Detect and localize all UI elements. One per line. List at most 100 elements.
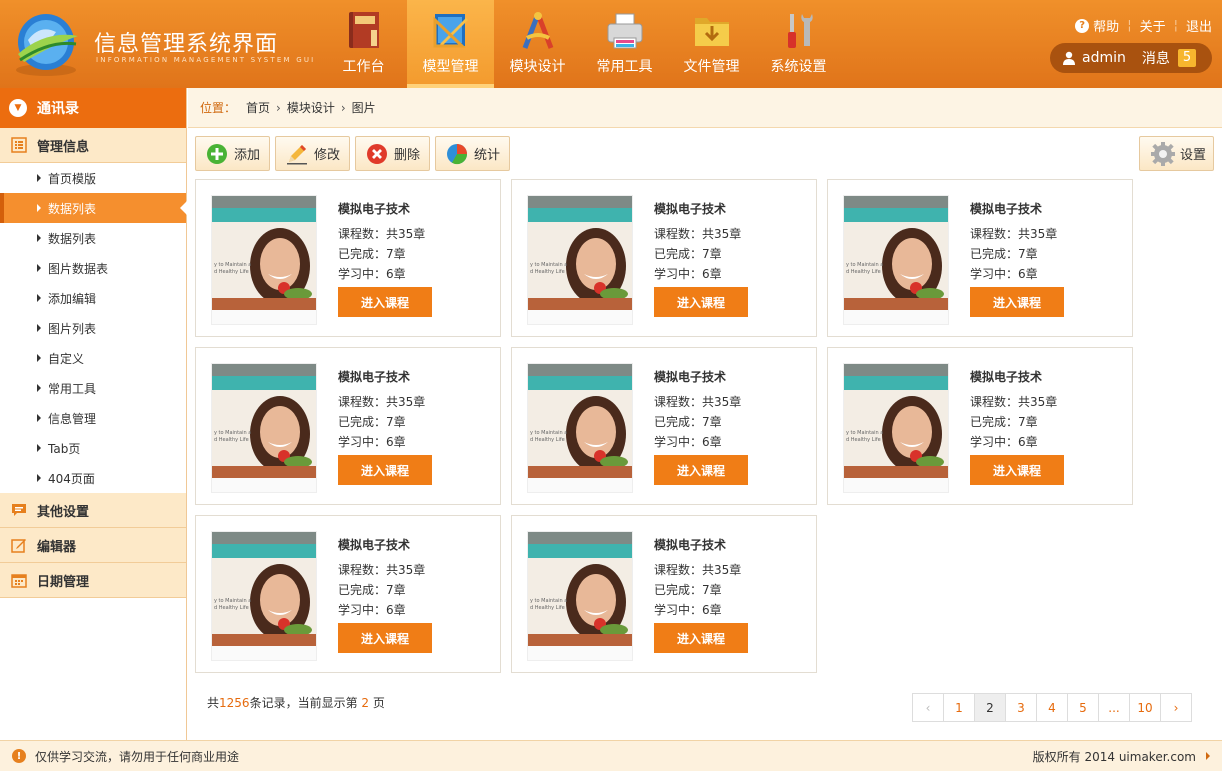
enter-course-button[interactable]: 进入课程 xyxy=(654,623,748,653)
course-thumbnail[interactable]: y to Maintain ad Healthy Life xyxy=(211,195,317,325)
course-thumbnail[interactable]: y to Maintain ad Healthy Life xyxy=(527,195,633,325)
about-link[interactable]: 关于 xyxy=(1140,16,1166,35)
course-title[interactable]: 模拟电子技术 xyxy=(338,200,410,217)
footer-notice: 仅供学习交流，请勿用于任何商业用途 xyxy=(35,749,240,764)
tools-icon xyxy=(780,10,818,50)
logout-link[interactable]: 退出 xyxy=(1186,16,1212,35)
thumb-nav xyxy=(212,208,316,222)
course-title[interactable]: 模拟电子技术 xyxy=(654,200,726,217)
enter-course-button[interactable]: 进入课程 xyxy=(654,455,748,485)
sidebar-item[interactable]: 图片数据表 xyxy=(0,253,186,283)
course-thumbnail[interactable]: y to Maintain ad Healthy Life xyxy=(843,363,949,493)
nav-item-module-design[interactable]: 模块设计 xyxy=(494,0,581,88)
triangle-right-icon xyxy=(1206,752,1210,760)
course-title[interactable]: 模拟电子技术 xyxy=(654,368,726,385)
page-button[interactable]: 1 xyxy=(943,693,975,722)
nav-item-system-settings[interactable]: 系统设置 xyxy=(755,0,842,88)
nav-item-model[interactable]: 模型管理 xyxy=(407,0,494,88)
sidebar-item[interactable]: 常用工具 xyxy=(0,373,186,403)
course-thumbnail[interactable]: y to Maintain ad Healthy Life xyxy=(211,363,317,493)
edit-button[interactable]: 修改 xyxy=(275,136,350,171)
course-card: y to Maintain ad Healthy Life 模拟电子技术 课程数：共… xyxy=(195,179,501,337)
triangle-right-icon xyxy=(37,174,41,182)
course-learning: 学习中：6章 xyxy=(654,435,722,449)
info-icon: ! xyxy=(12,749,26,763)
nav-item-workbench[interactable]: 工作台 xyxy=(320,0,407,88)
sidebar-item[interactable]: 数据列表 xyxy=(0,193,187,223)
sidebar-item[interactable]: Tab页 xyxy=(0,433,186,463)
portrait-image: y to Maintain ad Healthy Life xyxy=(528,390,632,472)
top-nav: 工作台 模型管理 模块设计 常用工具 文件管理 系统设置 xyxy=(320,0,842,88)
help-link[interactable]: ? 帮助 xyxy=(1075,16,1119,35)
sidebar-item[interactable]: 图片列表 xyxy=(0,313,186,343)
enter-course-button[interactable]: 进入课程 xyxy=(338,287,432,317)
username[interactable]: admin xyxy=(1082,50,1126,66)
nav-item-tools[interactable]: 常用工具 xyxy=(581,0,668,88)
course-thumbnail[interactable]: y to Maintain ad Healthy Life xyxy=(211,531,317,661)
thumb-caption: y to Maintain a xyxy=(214,598,252,604)
enter-course-button[interactable]: 进入课程 xyxy=(970,287,1064,317)
sidebar-group-other-settings[interactable]: 其他设置 xyxy=(0,493,186,528)
enter-course-button[interactable]: 进入课程 xyxy=(338,623,432,653)
course-count: 课程数：共35章 xyxy=(970,227,1058,241)
thumb-footer xyxy=(528,310,632,324)
sidebar-item[interactable]: 自定义 xyxy=(0,343,186,373)
enter-course-button[interactable]: 进入课程 xyxy=(654,287,748,317)
delete-button[interactable]: 删除 xyxy=(355,136,430,171)
enter-course-button[interactable]: 进入课程 xyxy=(338,455,432,485)
sidebar-item[interactable]: 404页面 xyxy=(0,463,186,493)
sidebar-group-manage-info[interactable]: 管理信息 xyxy=(0,128,186,163)
sidebar-item-label: 数据列表 xyxy=(48,201,97,216)
course-done: 已完成：7章 xyxy=(970,415,1038,429)
message-count-badge[interactable]: 5 xyxy=(1177,49,1197,67)
portrait-image: y to Maintain ad Healthy Life xyxy=(528,222,632,304)
footer: ! 仅供学习交流，请勿用于任何商业用途 版权所有 2014 uimaker.co… xyxy=(0,740,1222,771)
breadcrumb-item-module[interactable]: 模块设计 xyxy=(287,99,335,116)
header: 信息管理系统界面 INFORMATION MANAGEMENT SYSTEM G… xyxy=(0,0,1222,88)
sidebar-item[interactable]: 数据列表 xyxy=(0,223,186,253)
sidebar-group-date-manage[interactable]: 日期管理 xyxy=(0,563,186,598)
sidebar-item[interactable]: 首页模版 xyxy=(0,163,186,193)
sidebar-item[interactable]: 添加编辑 xyxy=(0,283,186,313)
page-button[interactable]: 3 xyxy=(1005,693,1037,722)
course-title[interactable]: 模拟电子技术 xyxy=(970,200,1042,217)
enter-course-button[interactable]: 进入课程 xyxy=(970,455,1064,485)
course-thumbnail[interactable]: y to Maintain ad Healthy Life xyxy=(843,195,949,325)
course-title[interactable]: 模拟电子技术 xyxy=(970,368,1042,385)
thumb-nav xyxy=(528,376,632,390)
course-title[interactable]: 模拟电子技术 xyxy=(338,368,410,385)
sidebar-header[interactable]: ▼ 通讯录 xyxy=(0,88,186,128)
page-button[interactable]: 4 xyxy=(1036,693,1068,722)
thumb-caption: y to Maintain a xyxy=(214,262,252,268)
settings-button[interactable]: 设置 xyxy=(1139,136,1214,171)
course-title[interactable]: 模拟电子技术 xyxy=(654,536,726,553)
page-button[interactable]: ... xyxy=(1098,693,1130,722)
course-learning: 学习中：6章 xyxy=(338,603,406,617)
breadcrumb-item-home[interactable]: 首页 xyxy=(246,99,270,116)
page-button[interactable]: 10 xyxy=(1129,693,1161,722)
course-title[interactable]: 模拟电子技术 xyxy=(338,536,410,553)
portrait-image: y to Maintain ad Healthy Life xyxy=(212,558,316,640)
add-button[interactable]: 添加 xyxy=(195,136,270,171)
prev-page-button[interactable]: ‹ xyxy=(912,693,944,722)
current-page: 2 xyxy=(361,696,370,710)
course-thumbnail[interactable]: y to Maintain ad Healthy Life xyxy=(527,531,633,661)
next-page-button[interactable]: › xyxy=(1160,693,1192,722)
book-icon xyxy=(345,10,383,50)
sidebar-item[interactable]: 信息管理 xyxy=(0,403,186,433)
page-button[interactable]: 2 xyxy=(974,693,1006,722)
pencil-icon xyxy=(287,144,307,164)
thumb-footer xyxy=(212,478,316,492)
thumb-caption: d Healthy Life xyxy=(214,437,249,443)
course-count: 课程数：共35章 xyxy=(970,395,1058,409)
stats-button[interactable]: 统计 xyxy=(435,136,510,171)
nav-item-file-manage[interactable]: 文件管理 xyxy=(668,0,755,88)
course-learning: 学习中：6章 xyxy=(338,267,406,281)
sidebar-group-editor[interactable]: 编辑器 xyxy=(0,528,186,563)
course-learning: 学习中：6章 xyxy=(654,603,722,617)
thumb-header xyxy=(528,196,632,208)
page-button[interactable]: 5 xyxy=(1067,693,1099,722)
course-count: 课程数：共35章 xyxy=(654,395,742,409)
messages-link[interactable]: 消息 xyxy=(1142,48,1170,68)
course-thumbnail[interactable]: y to Maintain ad Healthy Life xyxy=(527,363,633,493)
